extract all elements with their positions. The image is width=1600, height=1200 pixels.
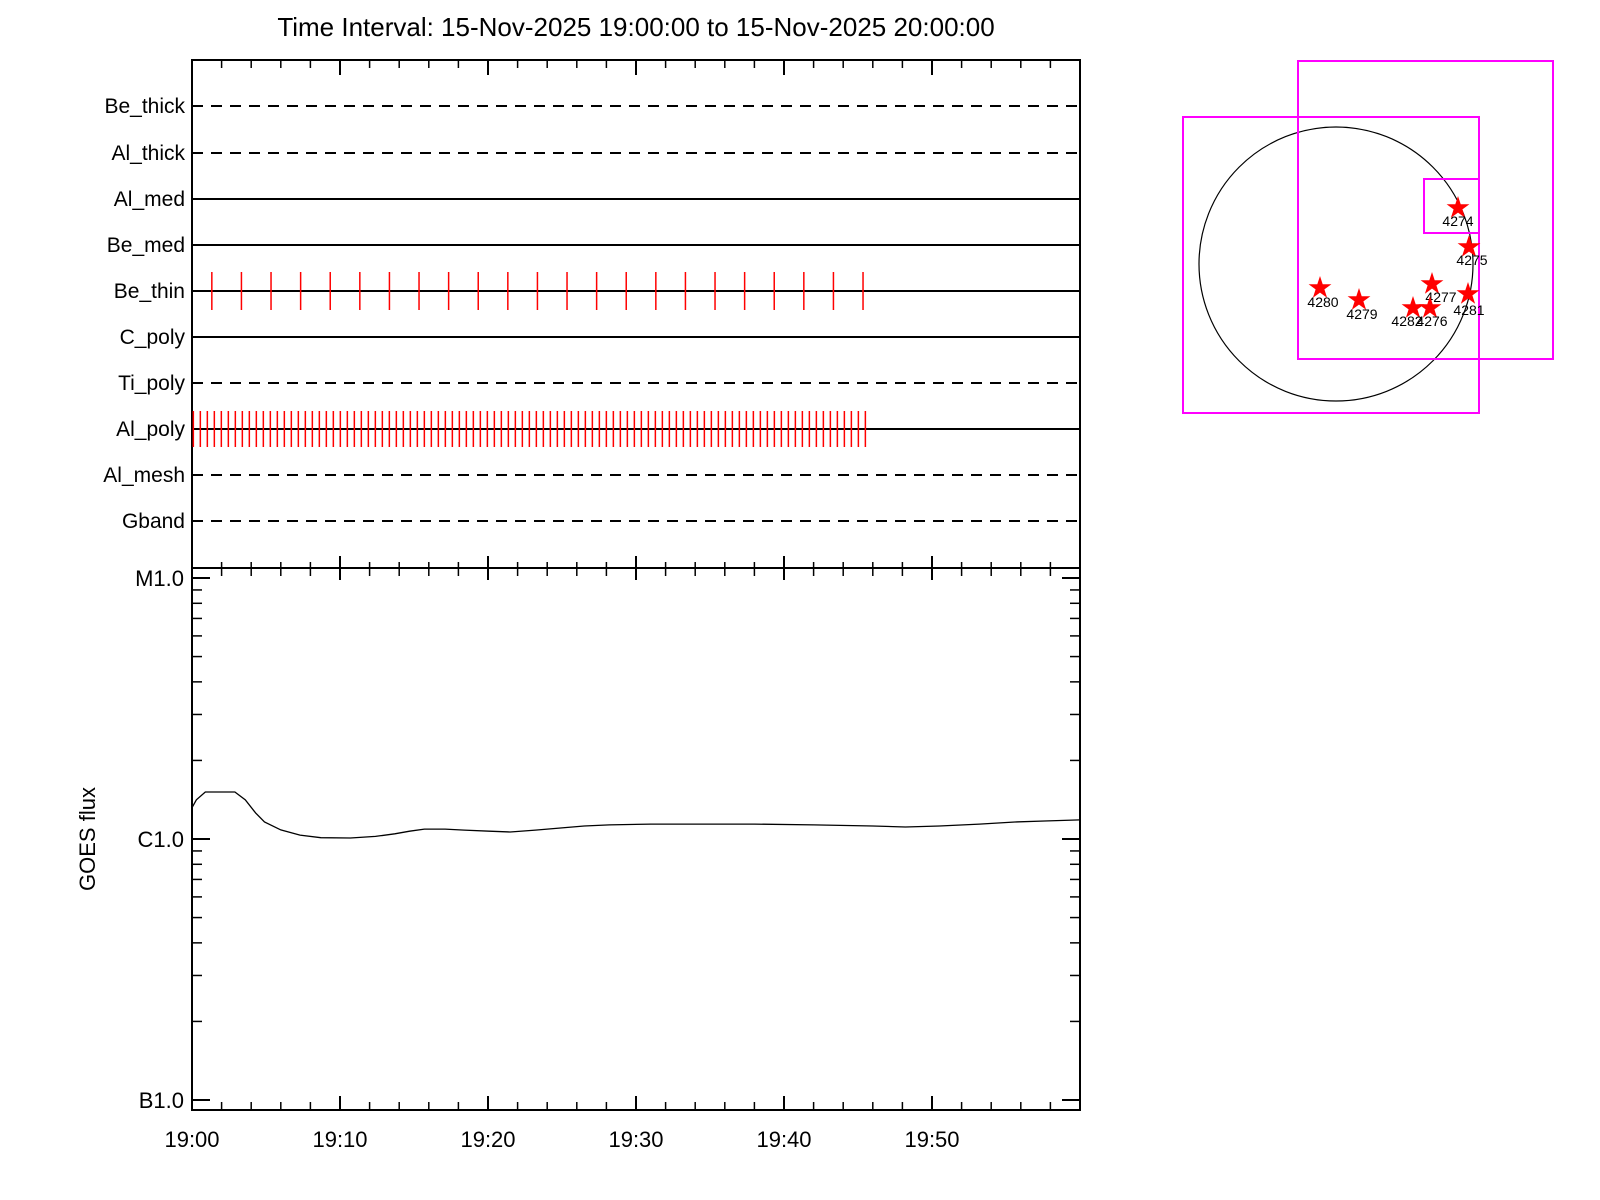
goes-panel-border [191,567,1081,1111]
y-tick-label: M1.0 [135,566,184,591]
x-tick-label: 19:30 [608,1127,663,1152]
active-region-label: 4280 [1307,294,1338,310]
solar-disk-map: 427442754277428142804279 42824276 [1182,60,1554,414]
filter-row-Be_thin: Be_thin [114,272,1080,310]
filter-row-label: C_poly [120,326,186,349]
plot-canvas: Be_thick Al_thick Al_med Be_med Be_thin C_pol… [75,59,1554,1152]
filter-panel-border [191,59,1081,569]
filter-row-label: Be_thick [104,95,185,118]
filter-row-Al_thick: Al_thick [111,142,1080,165]
filter-panel-top-ticks [191,60,1081,75]
x-tick-label: 19:10 [312,1127,367,1152]
goes-flux-panel: 19:00 19:10 19:20 19:30 19:40 19:50 M1.0 C1.0 B1… [75,556,1081,1152]
x-tick-label: 19:40 [756,1127,811,1152]
active-region-label: 4276 [1416,313,1447,329]
active-region-label: 4275 [1456,252,1487,268]
active-region-label: 4281 [1453,302,1484,318]
filter-row-Be_thick: Be_thick [104,95,1080,118]
filter-row-Be_med: Be_med [107,234,1080,257]
filter-row-label: Al_mesh [103,464,185,487]
filter-row-Gband: Gband [122,510,1080,533]
filter-row-label: Gband [122,510,185,533]
filter-row-label: Be_med [107,234,185,257]
filter-row-label: Ti_poly [118,372,185,395]
y-tick-label: C1.0 [138,827,184,852]
active-region-label: 4274 [1442,213,1473,229]
filter-row-Ti_poly: Ti_poly [118,372,1080,395]
filter-row-Al_mesh: Al_mesh [103,464,1080,487]
x-tick-label: 19:20 [460,1127,515,1152]
filter-row-Al_med: Al_med [114,188,1080,211]
goes-y-axis-ticks: M1.0 C1.0 B1.0 [135,566,1080,1113]
filter-row-Al_poly: Al_poly [116,411,1080,447]
filter-row-label: Be_thin [114,280,185,303]
goes-flux-curve [191,791,1081,839]
goes-x-axis-ticks [191,556,1081,1110]
goes-ylabel: GOES flux [75,787,100,891]
y-tick-label: B1.0 [139,1088,184,1113]
filter-row-label: Al_poly [116,418,185,441]
filter-row-label: Al_med [114,188,185,211]
fov-box [1182,116,1480,414]
xrt-observation-summary-page: { "title": "Time Interval: 15-Nov-2025 1… [0,0,1600,1200]
filter-row-label: Al_thick [111,142,185,165]
active-region-label: 4279 [1346,306,1377,322]
x-tick-label: 19:00 [164,1127,219,1152]
x-tick-label: 19:50 [904,1127,959,1152]
filter-timeline-panel: Be_thick Al_thick Al_med Be_med Be_thin C_pol… [103,59,1081,569]
filter-row-C_poly: C_poly [120,326,1080,349]
